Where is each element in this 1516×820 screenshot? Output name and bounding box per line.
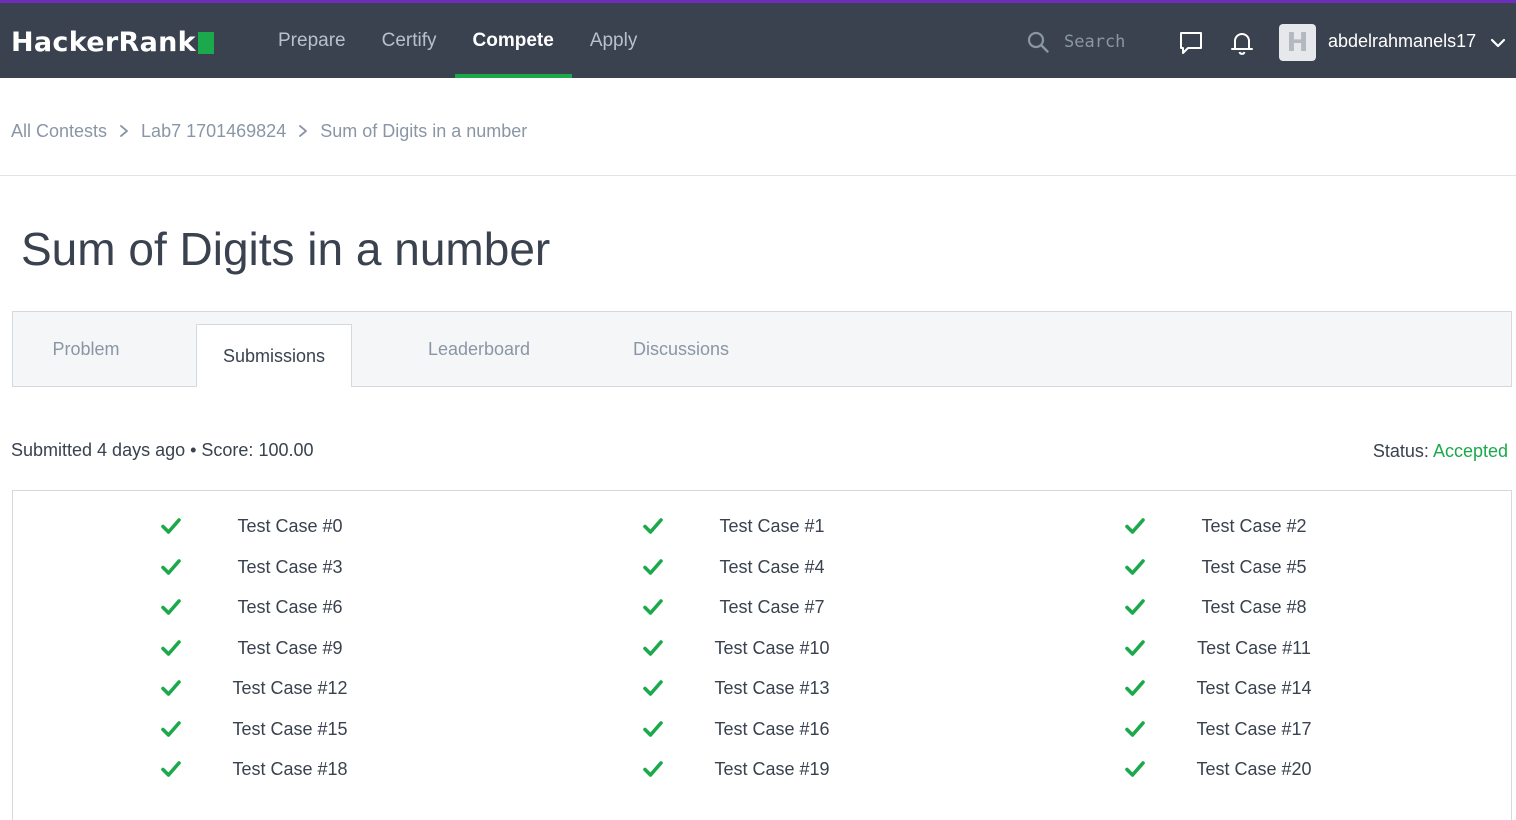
checkmark-icon: [161, 640, 181, 656]
search-icon[interactable]: [1026, 30, 1050, 54]
checkmark-icon: [643, 761, 663, 777]
test-case-label: Test Case #15: [232, 718, 348, 739]
test-case-label: Test Case #11: [1197, 637, 1311, 658]
nav-compete[interactable]: Compete: [454, 3, 573, 78]
search-box: [1026, 25, 1156, 59]
checkmark-icon: [1125, 599, 1145, 615]
checkmark-icon: [643, 680, 663, 696]
checkmark-icon: [1125, 761, 1145, 777]
test-case-item[interactable]: Test Case #13: [642, 673, 902, 703]
test-case-label: Test Case #4: [719, 556, 825, 577]
checkmark-icon: [161, 559, 181, 575]
breadcrumb: All Contests Lab7 1701469824 Sum of Digi…: [11, 118, 527, 144]
test-case-item[interactable]: Test Case #3: [160, 552, 420, 582]
test-case-label: Test Case #17: [1196, 718, 1312, 739]
submission-status: Status: Accepted: [1373, 441, 1508, 462]
checkmark-icon: [161, 721, 181, 737]
tab-problem[interactable]: Problem: [13, 312, 159, 386]
checkmark-icon: [1125, 721, 1145, 737]
test-case-item[interactable]: Test Case #1: [642, 511, 902, 541]
checkmark-icon: [1125, 680, 1145, 696]
main-nav: Prepare Certify Compete Apply: [260, 3, 655, 78]
checkmark-icon: [643, 721, 663, 737]
logo-text: HackerRank: [11, 26, 196, 58]
checkmark-icon: [643, 518, 663, 534]
test-case-item[interactable]: Test Case #2: [1124, 511, 1384, 541]
test-case-label: Test Case #2: [1201, 515, 1307, 536]
test-case-label: Test Case #7: [719, 596, 825, 617]
test-case-label: Test Case #18: [232, 758, 348, 779]
test-case-label: Test Case #6: [237, 596, 343, 617]
search-input[interactable]: [1064, 32, 1154, 52]
checkmark-icon: [1125, 518, 1145, 534]
checkmark-icon: [643, 640, 663, 656]
test-case-label: Test Case #14: [1196, 677, 1312, 698]
tab-submissions[interactable]: Submissions: [196, 324, 352, 387]
username[interactable]: abdelrahmanels17: [1328, 31, 1476, 52]
hackerrank-logo[interactable]: HackerRank: [11, 24, 214, 60]
challenge-tabs: Problem Submissions Leaderboard Discussi…: [12, 311, 1512, 387]
test-case-item[interactable]: Test Case #14: [1124, 673, 1384, 703]
checkmark-icon: [1125, 559, 1145, 575]
checkmark-icon: [161, 680, 181, 696]
test-case-item[interactable]: Test Case #4: [642, 552, 902, 582]
tab-leaderboard[interactable]: Leaderboard: [401, 312, 557, 386]
breadcrumb-all-contests[interactable]: All Contests: [11, 121, 107, 142]
test-case-item[interactable]: Test Case #16: [642, 714, 902, 744]
tab-discussions[interactable]: Discussions: [603, 312, 759, 386]
avatar[interactable]: H: [1279, 24, 1316, 61]
notifications-bell-icon[interactable]: [1229, 30, 1255, 56]
page-title: Sum of Digits in a number: [21, 223, 551, 275]
test-case-item[interactable]: Test Case #7: [642, 592, 902, 622]
test-case-label: Test Case #1: [719, 515, 825, 536]
test-case-label: Test Case #0: [237, 515, 343, 536]
test-case-item[interactable]: Test Case #5: [1124, 552, 1384, 582]
messages-icon[interactable]: [1178, 30, 1204, 56]
test-case-label: Test Case #12: [232, 677, 348, 698]
test-case-item[interactable]: Test Case #9: [160, 633, 420, 663]
chevron-right-icon: [120, 125, 128, 137]
breadcrumb-contest[interactable]: Lab7 1701469824: [141, 121, 286, 142]
breadcrumb-challenge: Sum of Digits in a number: [320, 120, 528, 141]
chevron-right-icon: [299, 125, 308, 137]
test-cases-panel: Test Case #0 Test Case #1 Test Case #2 Test…: [12, 490, 1512, 820]
test-case-item[interactable]: Test Case #8: [1124, 592, 1384, 622]
nav-certify[interactable]: Certify: [364, 3, 455, 78]
checkmark-icon: [643, 559, 663, 575]
nav-apply[interactable]: Apply: [572, 3, 656, 78]
status-accepted-badge: Accepted: [1432, 441, 1508, 461]
breadcrumb-divider: [0, 175, 1516, 176]
submission-info: Submitted 4 days ago • Score: 100.00: [11, 440, 314, 460]
test-case-item[interactable]: Test Case #18: [160, 754, 420, 784]
top-navbar: HackerRank Prepare Certify Compete Apply…: [0, 0, 1516, 78]
status-label: Status:: [1372, 441, 1429, 461]
test-case-label: Test Case #20: [1196, 758, 1312, 779]
test-case-item[interactable]: Test Case #20: [1124, 754, 1384, 784]
test-case-label: Test Case #9: [237, 637, 343, 658]
nav-prepare[interactable]: Prepare: [260, 3, 364, 78]
test-case-item[interactable]: Test Case #17: [1124, 714, 1384, 744]
test-case-label: Test Case #5: [1201, 556, 1307, 577]
checkmark-icon: [643, 599, 663, 615]
test-case-label: Test Case #13: [714, 677, 830, 698]
logo-mark-icon: [197, 32, 214, 54]
test-case-label: Test Case #16: [714, 718, 830, 739]
checkmark-icon: [161, 761, 181, 777]
test-case-item[interactable]: Test Case #6: [160, 592, 420, 622]
test-case-label: Test Case #10: [714, 637, 830, 658]
test-case-label: Test Case #8: [1201, 596, 1307, 617]
test-case-item[interactable]: Test Case #0: [160, 511, 420, 541]
test-case-item[interactable]: Test Case #11: [1124, 633, 1384, 663]
test-case-label: Test Case #19: [714, 758, 830, 779]
test-case-item[interactable]: Test Case #15: [160, 714, 420, 744]
checkmark-icon: [161, 518, 181, 534]
checkmark-icon: [1125, 640, 1145, 656]
test-case-label: Test Case #3: [237, 556, 343, 577]
test-case-item[interactable]: Test Case #12: [160, 673, 420, 703]
test-case-item[interactable]: Test Case #10: [642, 633, 902, 663]
checkmark-icon: [161, 599, 181, 615]
chevron-down-icon[interactable]: [1489, 34, 1507, 52]
test-case-item[interactable]: Test Case #19: [642, 754, 902, 784]
